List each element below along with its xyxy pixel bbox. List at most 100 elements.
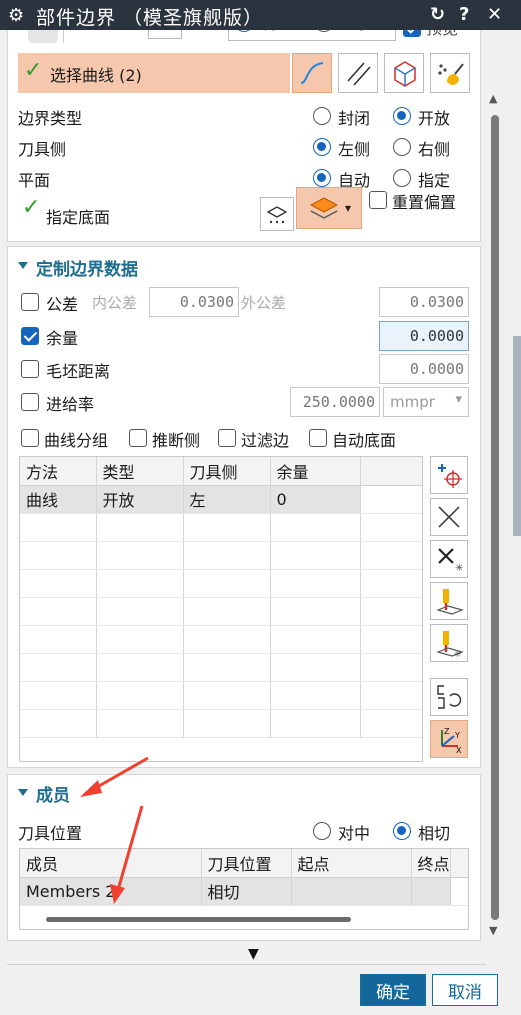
tolerance-checkbox[interactable] (21, 293, 39, 311)
table-row[interactable]: 曲线 开放 左 0 (20, 485, 422, 514)
boundary-open-label: 开放 (418, 109, 451, 128)
coordinate-system-button[interactable]: ZYX (430, 720, 468, 758)
clear-selection-button[interactable] (430, 53, 470, 93)
vertical-scrollbar-thumb[interactable] (491, 115, 499, 920)
cell-method[interactable]: 曲线 (20, 485, 97, 514)
help-icon[interactable]: ? (459, 4, 469, 25)
selection-panel: 设置 继承 预览 ✓ 选择曲线 (2) 边界类型 封闭 开放 刀具侧 (7, 30, 481, 242)
setting-label: 设置 (259, 30, 291, 34)
svg-text:Y: Y (454, 731, 460, 740)
feed-unit-select[interactable]: mmpr ▾ (383, 387, 469, 417)
curve-group-checkbox[interactable] (21, 429, 39, 447)
tool-pos-center-radio[interactable] (313, 822, 331, 840)
cell-tool-side[interactable]: 左 (183, 485, 271, 514)
collapse-triangle-icon[interactable] (18, 262, 28, 269)
floor-check-icon: ✓ (22, 195, 41, 220)
tool-position-all-button[interactable]: ✳ (430, 624, 468, 662)
cell-type[interactable]: 开放 (96, 485, 184, 514)
reset-icon[interactable]: ↻ (430, 4, 445, 25)
reset-offset-checkbox[interactable] (369, 191, 387, 209)
tool-side-right-label: 右侧 (418, 140, 451, 159)
close-icon[interactable]: ✕ (487, 4, 502, 25)
members-title[interactable]: 成员 (36, 781, 70, 806)
curve-select-button[interactable] (292, 53, 332, 93)
boundary-open-radio[interactable] (393, 107, 411, 125)
cell-stock[interactable]: 0 (270, 485, 361, 514)
tool-pos-tangent-radio[interactable] (393, 822, 411, 840)
ok-button[interactable]: 确定 (360, 974, 426, 1006)
blank-dist-input[interactable]: 0.0000 (379, 354, 469, 384)
dropdown-arrow-icon[interactable]: ▾ (345, 201, 351, 215)
inner-tol-label: 内公差 (92, 294, 138, 312)
curve-preview-icon (63, 30, 103, 43)
tool-icon (436, 589, 464, 615)
table-row (20, 625, 422, 654)
col-tool-pos[interactable]: 刀具位置 (201, 849, 292, 878)
auto-floor-checkbox[interactable] (309, 429, 327, 447)
plane-specify-radio[interactable] (393, 169, 411, 187)
reorder-icon (437, 685, 462, 709)
tool-side-left-radio[interactable] (313, 138, 331, 156)
more-options-icon[interactable]: ▼ (248, 946, 259, 962)
inner-tol-input[interactable]: 0.0300 (149, 287, 239, 317)
col-end[interactable]: 终点 (411, 849, 451, 878)
cell-member[interactable]: Members 2 (20, 877, 202, 906)
brush-icon (438, 63, 464, 85)
table-row[interactable]: Members 2 相切 (20, 877, 468, 906)
collapse-triangle-icon[interactable] (18, 789, 28, 796)
feed-checkbox[interactable] (21, 393, 39, 411)
blank-dist-checkbox[interactable] (21, 360, 39, 378)
blank-dist-label: 毛坯距离 (46, 362, 111, 381)
specify-floor-label: 指定底面 (46, 208, 111, 227)
boundary-table: 方法 类型 刀具侧 余量 曲线 开放 左 0 (19, 456, 423, 762)
scroll-down-icon[interactable]: ▼ (489, 924, 497, 937)
col-tool-side[interactable]: 刀具侧 (183, 457, 271, 486)
floor-dialog-button[interactable] (260, 197, 294, 231)
csys-icon: Z YX (441, 727, 462, 754)
cell-end[interactable] (411, 877, 451, 906)
svg-text:✳: ✳ (455, 563, 463, 573)
floor-plane-button[interactable]: ▾ (296, 187, 362, 229)
cell-tool-pos[interactable]: 相切 (201, 877, 292, 906)
gear-icon[interactable]: ⚙ (8, 5, 24, 26)
select-curve-row[interactable]: ✓ 选择曲线 (2) (18, 53, 290, 93)
cell-start[interactable] (291, 877, 412, 906)
table-row (20, 569, 422, 598)
stock-checkbox[interactable] (21, 327, 39, 345)
col-stock[interactable]: 余量 (270, 457, 361, 486)
stock-input[interactable]: 0.0000 (379, 321, 469, 351)
partial-button[interactable] (148, 30, 182, 39)
scroll-up-icon[interactable]: ▲ (489, 92, 497, 105)
feed-input[interactable]: 250.0000 (290, 387, 380, 417)
col-member[interactable]: 成员 (20, 849, 202, 878)
reorder-button[interactable] (430, 678, 468, 716)
add-boundary-button[interactable] (430, 456, 468, 494)
cancel-button[interactable]: 取消 (432, 974, 498, 1006)
col-type[interactable]: 类型 (96, 457, 184, 486)
boundary-closed-radio[interactable] (313, 107, 331, 125)
setting-radio[interactable] (235, 30, 253, 32)
plane-select-button[interactable] (384, 53, 424, 93)
horizontal-scrollbar[interactable] (46, 917, 351, 922)
feed-label: 进给率 (46, 395, 95, 414)
col-method[interactable]: 方法 (20, 457, 97, 486)
delete-all-button[interactable]: ✳ (430, 540, 468, 578)
plane-auto-radio[interactable] (313, 169, 331, 187)
stock-label: 余量 (46, 329, 79, 348)
col-empty (450, 849, 468, 878)
infer-side-checkbox[interactable] (129, 429, 147, 447)
tool-side-right-radio[interactable] (393, 138, 411, 156)
line-select-button[interactable] (338, 53, 378, 93)
preview-checkbox[interactable] (403, 30, 421, 37)
delete-icon (438, 506, 460, 528)
custom-data-title[interactable]: 定制边界数据 (36, 255, 138, 280)
table-row (20, 513, 422, 542)
filter-edge-checkbox[interactable] (218, 429, 236, 447)
filter-edge-label: 过滤边 (241, 431, 290, 450)
col-start[interactable]: 起点 (291, 849, 412, 878)
outer-tol-input[interactable]: 0.0300 (379, 287, 469, 317)
tool-position-button[interactable] (430, 582, 468, 620)
inherit-radio[interactable] (315, 30, 333, 32)
tool-side-label: 刀具侧 (18, 140, 67, 159)
delete-button[interactable] (430, 498, 468, 536)
